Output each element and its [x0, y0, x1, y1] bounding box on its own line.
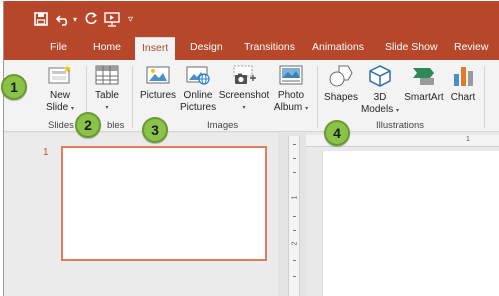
slide-thumbnail[interactable] [61, 146, 267, 261]
pictures-icon [146, 66, 170, 84]
group-separator [132, 66, 133, 128]
vertical-ruler-label: 2 [291, 241, 299, 246]
group-label-tables: bles [107, 120, 125, 131]
horizontal-ruler-label: 1 [466, 136, 470, 143]
photo-album-button[interactable]: Photo Album ▾ [270, 64, 312, 115]
ruler-tick [293, 216, 296, 217]
ruler-tick [293, 172, 296, 173]
tab-slide-show[interactable]: Slide Show [385, 36, 438, 60]
bar-chart-icon [454, 67, 473, 86]
smartart-icon [413, 68, 434, 85]
new-slide-button[interactable]: New Slide ▾ [42, 64, 78, 115]
group-label-illustrations: Illustrations [376, 120, 425, 131]
photo-album-caret: ▾ [305, 106, 309, 112]
ruler-tick [293, 158, 296, 159]
save-icon [34, 12, 48, 26]
ribbon-tabs: File Home Insert Design Transitions Anim… [4, 36, 499, 60]
tab-design[interactable]: Design [190, 36, 223, 60]
table-icon [95, 65, 119, 85]
ruler-tick [293, 144, 296, 145]
3d-models-label-2: Models [360, 104, 394, 115]
undo-icon [56, 15, 68, 26]
3d-models-label-1: 3D [373, 92, 387, 103]
redo-button[interactable] [84, 10, 98, 28]
chart-button[interactable]: Chart [448, 64, 478, 104]
cube-icon [369, 65, 391, 87]
screenshot-caret: ▾ [242, 105, 246, 111]
group-label-images: Images [207, 120, 239, 131]
online-pictures-label-2: Pictures [180, 102, 217, 113]
present-icon [104, 11, 120, 27]
shapes-button[interactable]: Shapes [322, 64, 360, 104]
photo-album-label-1: Photo [277, 90, 305, 101]
title-bar: ▾ ▿ [4, 1, 499, 36]
undo-dropdown-caret[interactable]: ▾ [73, 15, 77, 24]
pictures-button[interactable]: Pictures [138, 64, 178, 102]
tab-animations[interactable]: Animations [312, 36, 364, 60]
ruler-tick [293, 276, 296, 277]
smartart-button[interactable]: SmartArt [402, 64, 446, 104]
table-button[interactable]: Table ▾ [90, 64, 124, 114]
group-label-slides: Slides [48, 120, 74, 131]
table-caret: ▾ [105, 105, 109, 111]
online-pictures-button[interactable]: Online Pictures [180, 64, 216, 114]
callout-badge-4: 4 [324, 120, 350, 146]
online-pictures-label-1: Online [183, 90, 213, 101]
tab-review[interactable]: Review [454, 36, 488, 60]
screenshot-button[interactable]: Screenshot ▾ [218, 64, 270, 114]
tab-home[interactable]: Home [93, 36, 121, 60]
powerpoint-window: ▾ ▿ File Home Insert Design Transitions … [0, 0, 499, 296]
callout-badge-1: 1 [1, 74, 27, 100]
new-slide-icon [48, 65, 71, 84]
callout-badge-2: 2 [75, 112, 101, 138]
app-frame: ▾ ▿ File Home Insert Design Transitions … [3, 1, 499, 296]
online-pictures-icon [186, 66, 210, 85]
customize-icon: ▿ [128, 13, 134, 25]
3d-models-caret: ▾ [396, 108, 400, 114]
shapes-icon [329, 65, 353, 87]
tab-insert[interactable]: Insert [135, 37, 176, 60]
smartart-label: SmartArt [404, 92, 444, 103]
ruler-tick [293, 260, 296, 261]
slide-number: 1 [43, 147, 49, 158]
slide-editing-area[interactable] [322, 151, 499, 296]
undo-button[interactable]: ▾ [56, 10, 77, 28]
start-from-beginning-button[interactable] [104, 10, 120, 28]
shapes-label: Shapes [324, 92, 358, 103]
ruler-tick [293, 230, 296, 231]
screenshot-icon [233, 65, 256, 84]
slide-thumbnail-pane: 1 [4, 133, 278, 296]
new-slide-label-1: New [49, 90, 70, 101]
chart-label: Chart [450, 92, 476, 103]
group-separator [317, 66, 318, 128]
3d-models-button[interactable]: 3D Models ▾ [360, 64, 400, 117]
new-slide-label-2: Slide [45, 102, 69, 113]
pictures-label: Pictures [139, 90, 177, 101]
group-separator [484, 66, 485, 128]
screenshot-label: Screenshot [218, 90, 270, 101]
table-label: Table [95, 90, 119, 101]
vertical-ruler: 1 2 [288, 136, 300, 296]
customize-quick-access-button[interactable]: ▿ [128, 10, 133, 28]
photo-album-label-2: Album [273, 102, 303, 113]
save-button[interactable] [34, 10, 48, 28]
tab-file[interactable]: File [50, 36, 67, 60]
new-slide-caret: ▾ [71, 106, 75, 112]
callout-badge-3: 3 [142, 117, 168, 143]
vertical-ruler-label: 1 [291, 195, 299, 200]
photo-album-icon [279, 65, 303, 85]
redo-icon [85, 12, 97, 25]
tab-transitions[interactable]: Transitions [244, 36, 295, 60]
